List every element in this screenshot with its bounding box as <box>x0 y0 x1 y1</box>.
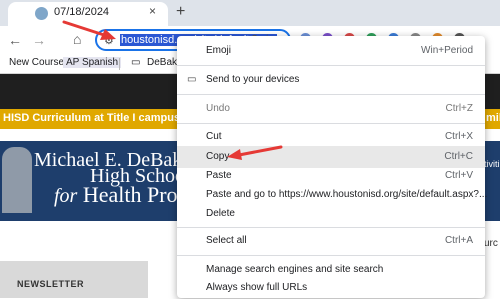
menu-separator <box>177 123 485 124</box>
menu-item-shortcut: Ctrl+X <box>444 131 473 142</box>
close-tab-icon[interactable]: × <box>149 4 156 18</box>
menu-item-label: Delete <box>206 208 235 219</box>
menu-separator <box>177 65 485 66</box>
menu-item-label: Emoji <box>206 45 232 56</box>
menu-item-label: Select all <box>206 235 247 246</box>
menu-item-shortcut: Ctrl+A <box>444 235 473 246</box>
menu-item-label: Manage search engines and site search <box>206 264 384 275</box>
menu-item-label: Cut <box>206 131 222 142</box>
menu-item-label: Always show full URLs <box>206 282 308 293</box>
menu-item-always-show-full-urls[interactable]: Always show full URLs <box>177 277 485 299</box>
site-favicon-icon <box>35 7 48 20</box>
menu-item-cut[interactable]: Cut Ctrl+X <box>177 126 485 148</box>
folder-icon: ▭ <box>131 57 141 68</box>
menu-item-label: Paste and go to https://www.houstonisd.o… <box>206 189 488 200</box>
menu-item-shortcut: Win+Period <box>421 45 473 56</box>
menu-item-shortcut: Ctrl+C <box>444 151 473 162</box>
menu-separator <box>177 255 485 256</box>
menu-item-label: Copy <box>206 151 230 162</box>
menu-separator <box>177 227 485 228</box>
menu-separator <box>177 94 485 95</box>
portrait-image <box>2 147 32 213</box>
bookmark-new-courses[interactable]: New Courses <box>9 57 69 68</box>
tab-title: 07/18/2024 <box>54 6 110 18</box>
devices-icon: ▭ <box>187 74 197 85</box>
newsletter-title: NEWSLETTER <box>17 279 84 289</box>
menu-item-undo[interactable]: Undo Ctrl+Z <box>177 98 485 120</box>
menu-item-shortcut: Ctrl+Z <box>445 103 474 114</box>
home-button[interactable]: ⌂ <box>73 31 81 47</box>
menu-item-label: Paste <box>206 170 232 181</box>
bookmark-ap-spanish[interactable]: AP Spanish <box>63 57 122 68</box>
announcement-text-fragment: mil <box>486 112 500 124</box>
site-info-icon[interactable]: ⚙ <box>104 34 114 47</box>
menu-item-label: Undo <box>206 103 230 114</box>
menu-item-send-to-devices[interactable]: ▭ Send to your devices <box>177 69 485 91</box>
tab-strip: 07/18/2024 × + <box>0 0 500 26</box>
back-button[interactable]: ← <box>8 32 22 48</box>
forward-button[interactable]: → <box>32 32 46 48</box>
bookmark-divider <box>119 58 120 70</box>
menu-item-shortcut: Ctrl+V <box>444 170 473 181</box>
browser-tab[interactable]: 07/18/2024 × <box>8 2 168 26</box>
context-menu: Emoji Win+Period ▭ Send to your devices … <box>177 36 488 299</box>
menu-item-emoji[interactable]: Emoji Win+Period <box>177 40 485 62</box>
new-tab-button[interactable]: + <box>176 3 185 21</box>
menu-item-label: Send to your devices <box>206 74 300 85</box>
school-name-for: for <box>54 185 78 207</box>
resources-link-fragment[interactable]: urc <box>484 238 498 249</box>
newsletter-panel: NEWSLETTER <box>0 261 148 298</box>
menu-item-delete[interactable]: Delete <box>177 203 485 225</box>
menu-item-select-all[interactable]: Select all Ctrl+A <box>177 230 485 252</box>
activities-link-fragment[interactable]: tiviti <box>484 159 500 169</box>
